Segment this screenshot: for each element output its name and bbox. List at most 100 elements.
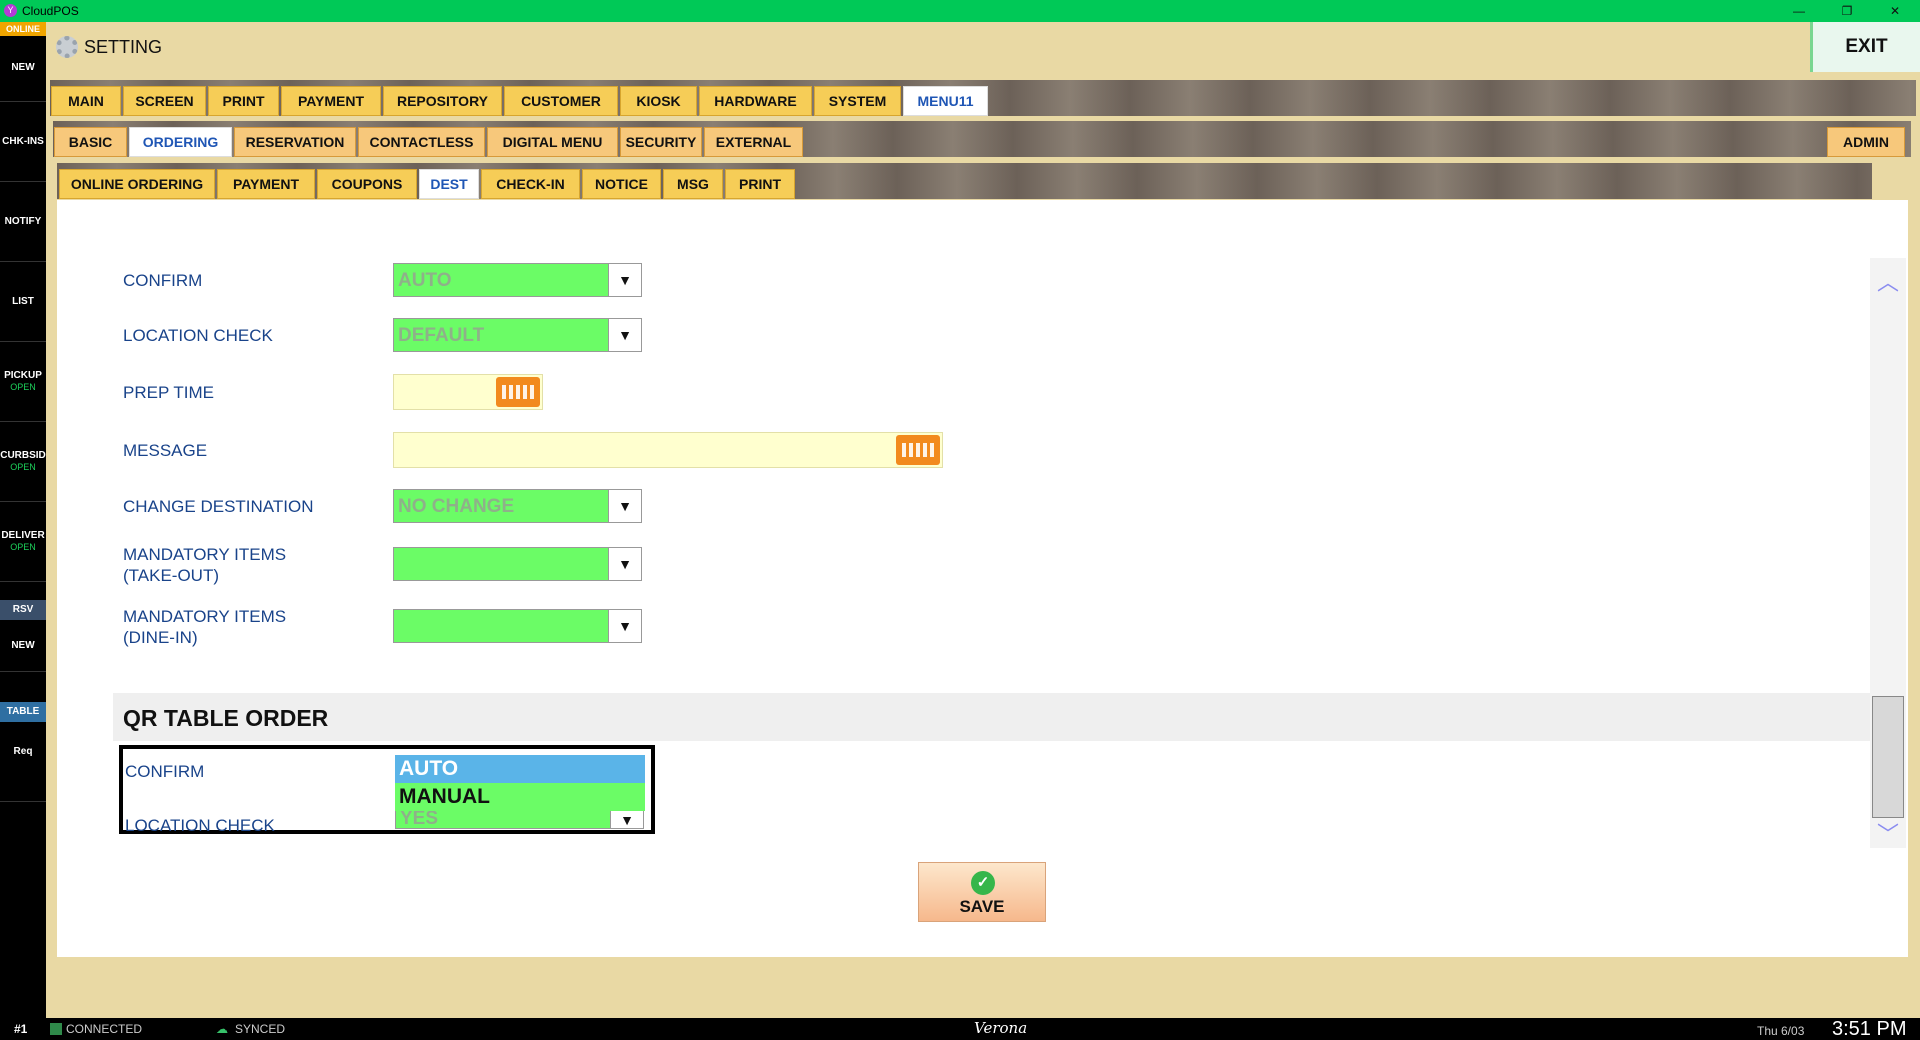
scroll-down-icon[interactable]: ﹀ xyxy=(1870,820,1906,850)
qr-location-check-label: LOCATION CHECK xyxy=(125,816,275,835)
tab-print[interactable]: PRINT xyxy=(208,86,279,116)
tab-hardware[interactable]: HARDWARE xyxy=(699,86,812,116)
sidebar: ONLINE NEW CHK-INS NOTIFY LIST PICKUP OPE… xyxy=(0,22,46,1018)
curbside-status: OPEN xyxy=(10,462,36,472)
confirm-label: CONFIRM xyxy=(123,271,203,290)
tab-security[interactable]: SECURITY xyxy=(620,127,702,157)
tab-admin[interactable]: ADMIN xyxy=(1827,127,1905,157)
mandatory-takeout-label: MANDATORY ITEMS (TAKE-OUT) xyxy=(123,545,287,585)
tab-reservation[interactable]: RESERVATION xyxy=(234,127,356,157)
qr-location-check-select[interactable]: YES ▼ xyxy=(395,809,644,829)
app-title: CloudPOS xyxy=(22,4,79,18)
status-date: Thu 6/03 xyxy=(1757,1024,1805,1038)
exit-button[interactable]: EXIT xyxy=(1810,22,1920,72)
tab-ordering[interactable]: ORDERING xyxy=(129,127,232,157)
change-destination-value: NO CHANGE xyxy=(398,496,515,517)
tab-system[interactable]: SYSTEM xyxy=(814,86,901,116)
content-panel xyxy=(57,200,1908,957)
tab-contactless[interactable]: CONTACTLESS xyxy=(358,127,485,157)
tab-kiosk[interactable]: KIOSK xyxy=(620,86,697,116)
dropdown-option-manual[interactable]: MANUAL xyxy=(395,783,645,811)
sub-tabs: BASIC ORDERING RESERVATION CONTACTLESS D… xyxy=(53,121,1911,157)
main-tabs: MAIN SCREEN PRINT PAYMENT REPOSITORY CUS… xyxy=(50,80,1916,116)
title-bar: Y CloudPOS — ❐ ✕ xyxy=(0,0,1920,22)
tab-menu11[interactable]: MENU11 xyxy=(903,86,988,116)
tab-customer[interactable]: CUSTOMER xyxy=(504,86,618,116)
tab-basic[interactable]: BASIC xyxy=(54,127,127,157)
connection-status: CONNECTED xyxy=(66,1022,143,1036)
restore-button[interactable]: ❐ xyxy=(1824,0,1870,22)
ordering-tabs: ONLINE ORDERING PAYMENT COUPONS DEST CHE… xyxy=(57,163,1872,199)
keyboard-icon[interactable] xyxy=(896,435,940,465)
tab-payment[interactable]: PAYMENT xyxy=(281,86,381,116)
sidebar-item-chk-ins[interactable]: CHK-INS xyxy=(0,102,46,182)
save-label: SAVE xyxy=(959,897,1005,916)
app-icon: Y xyxy=(4,4,17,17)
minimize-button[interactable]: — xyxy=(1776,0,1822,22)
sidebar-item-table[interactable]: TABLE xyxy=(0,702,46,722)
tab-digital-menu[interactable]: DIGITAL MENU xyxy=(487,127,618,157)
tab-coupons[interactable]: COUPONS xyxy=(317,169,417,199)
sidebar-rsv-header: RSV xyxy=(0,600,46,620)
qr-confirm-label: CONFIRM xyxy=(125,762,205,781)
keyboard-icon[interactable] xyxy=(496,377,540,407)
scroll-up-icon[interactable]: ︿ xyxy=(1870,268,1906,298)
change-destination-select[interactable]: NO CHANGE ▼ xyxy=(393,489,642,523)
station-number: #1 xyxy=(14,1022,28,1036)
sidebar-item-rsv-new[interactable]: NEW xyxy=(0,620,46,672)
tab-check-in[interactable]: CHECK-IN xyxy=(481,169,580,199)
scrollbar-thumb[interactable] xyxy=(1872,696,1904,818)
tab-ordering-payment[interactable]: PAYMENT xyxy=(217,169,315,199)
status-time: 3:51 PM xyxy=(1832,1018,1907,1040)
status-bar: #1 CONNECTED ☁ SYNCED Verona Thu 6/03 3:… xyxy=(0,1018,1920,1040)
tab-dest[interactable]: DEST xyxy=(419,169,479,199)
tab-screen[interactable]: SCREEN xyxy=(123,86,206,116)
tab-msg[interactable]: MSG xyxy=(663,169,723,199)
chevron-down-icon: ▼ xyxy=(608,548,641,580)
prep-time-input[interactable] xyxy=(393,374,543,410)
tab-external[interactable]: EXTERNAL xyxy=(704,127,803,157)
dropdown-option-auto[interactable]: AUTO xyxy=(395,755,645,783)
pickup-status: OPEN xyxy=(10,382,36,392)
tab-ordering-print[interactable]: PRINT xyxy=(725,169,795,199)
cloud-icon: ☁ xyxy=(216,1022,228,1036)
sync-status: SYNCED xyxy=(235,1022,286,1036)
tab-online-ordering[interactable]: ONLINE ORDERING xyxy=(59,169,215,199)
mandatory-dinein-select[interactable]: ▼ xyxy=(393,609,642,643)
location-check-select[interactable]: DEFAULT ▼ xyxy=(393,318,642,352)
sidebar-item-new[interactable]: NEW xyxy=(0,36,46,102)
change-destination-label: CHANGE DESTINATION xyxy=(123,497,314,516)
tab-main[interactable]: MAIN xyxy=(51,86,121,116)
sidebar-item-req[interactable]: Req xyxy=(0,722,46,802)
message-label: MESSAGE xyxy=(123,441,208,460)
mandatory-takeout-select[interactable]: ▼ xyxy=(393,547,642,581)
gear-icon xyxy=(56,36,78,58)
qr-section-title: QR TABLE ORDER xyxy=(123,705,329,731)
chevron-down-icon: ▼ xyxy=(610,810,643,828)
message-input[interactable] xyxy=(393,432,943,468)
sidebar-item-list[interactable]: LIST xyxy=(0,262,46,342)
save-button[interactable]: ✓ SAVE xyxy=(918,862,1046,922)
close-button[interactable]: ✕ xyxy=(1872,0,1918,22)
chevron-down-icon: ▼ xyxy=(608,264,641,296)
store-name: Verona xyxy=(974,1019,1028,1037)
tab-repository[interactable]: REPOSITORY xyxy=(383,86,502,116)
qr-confirm-dropdown-highlight: CONFIRM LOCATION CHECK YES ▼ AUTO MANUAL xyxy=(119,745,655,835)
header: SETTING EXIT xyxy=(46,22,1920,72)
prep-time-label: PREP TIME xyxy=(123,383,215,402)
tab-notice[interactable]: NOTICE xyxy=(582,169,661,199)
sidebar-item-pickup[interactable]: PICKUP OPEN xyxy=(0,342,46,422)
chevron-down-icon: ▼ xyxy=(608,610,641,642)
confirm-select[interactable]: AUTO ▼ xyxy=(393,263,642,297)
sidebar-item-notify[interactable]: NOTIFY xyxy=(0,182,46,262)
location-check-label: LOCATION CHECK xyxy=(123,326,273,345)
confirm-value: AUTO xyxy=(398,270,452,291)
mandatory-dinein-label: MANDATORY ITEMS (DINE-IN) xyxy=(123,607,287,647)
delivery-status: OPEN xyxy=(10,542,36,552)
sidebar-item-delivery[interactable]: DELIVER OPEN xyxy=(0,502,46,582)
connected-icon xyxy=(50,1023,62,1035)
chevron-down-icon: ▼ xyxy=(608,490,641,522)
scrollbar[interactable]: ︿ ﹀ xyxy=(1870,258,1906,848)
chevron-down-icon: ▼ xyxy=(608,319,641,351)
sidebar-item-curbside[interactable]: CURBSID OPEN xyxy=(0,422,46,502)
